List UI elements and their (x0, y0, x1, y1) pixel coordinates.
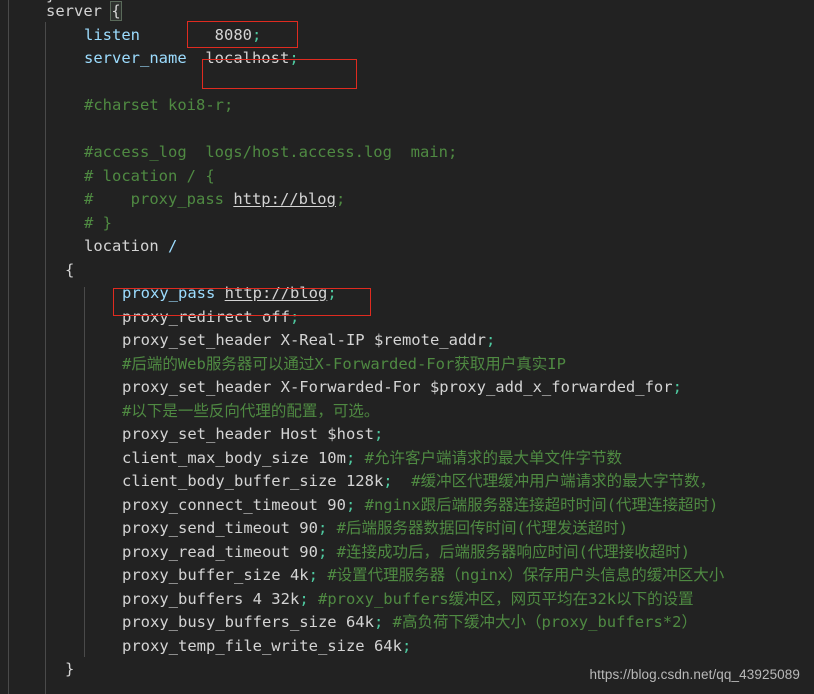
code-line[interactable]: proxy_send_timeout 90; #后端服务器数据回传时间(代理发送… (0, 517, 814, 541)
code-token: 8080 (140, 25, 252, 44)
code-token: #access_log logs/host.access.log main; (84, 143, 458, 161)
code-token: http://blog (224, 284, 328, 302)
code-token: ; (289, 49, 299, 67)
code-token: # proxy_pass (84, 190, 234, 208)
code-line[interactable]: #access_log logs/host.access.log main; (0, 141, 814, 165)
code-token: #连接成功后，后端服务器响应时间(代理接收超时) (336, 542, 691, 561)
code-token: #nginx跟后端服务器连接超时时间(代理连接超时) (364, 495, 719, 514)
code-token: ; (485, 331, 496, 349)
code-token: #高负荷下缓冲大小（proxy_buffers*2） (392, 613, 697, 631)
code-token: #后端的Web服务器可以通过X-Forwarded-For获取用户真实IP (122, 354, 566, 373)
code-line[interactable]: { (0, 259, 814, 283)
code-token: server (46, 2, 112, 20)
watermark-url: https://blog.csdn.net/qq_43925089 (589, 666, 800, 682)
code-token: ; (317, 519, 337, 537)
code-token: proxy_set_header Host $host (122, 425, 374, 443)
code-token: proxy_read_timeout 90 (122, 542, 318, 561)
code-token: listen (84, 25, 140, 44)
code-token: / (168, 237, 178, 255)
code-editor-screenshot: } server {listen 8080;server_name localh… (0, 0, 814, 694)
code-token: proxy_send_timeout 90 (122, 519, 318, 537)
code-token: ; (317, 542, 337, 561)
code-token: proxy_connect_timeout 90 (122, 495, 346, 514)
code-token: ; (672, 378, 682, 396)
code-token: ; (373, 613, 393, 631)
nginx-config-code[interactable]: server {listen 8080; server_name localhos… (0, 0, 814, 682)
code-token: ; (335, 190, 346, 208)
code-token: ; (327, 284, 337, 302)
code-token: client_max_body_size 10m (122, 448, 346, 467)
code-token: ; (345, 495, 365, 514)
code-token: proxy_pass (122, 284, 225, 302)
code-line[interactable]: proxy_set_header X-Real-IP $remote_addr; (0, 329, 814, 353)
code-token: #以下是一些反向代理的配置，可选。 (122, 401, 380, 420)
code-token: proxy_busy_buffers_size 64k (122, 613, 374, 631)
code-token: #允许客户端请求的最大单文件字节数 (364, 448, 622, 467)
code-token: #缓冲区代理缓冲用户端请求的最大字节数， (411, 472, 716, 490)
code-line[interactable]: server_name localhost; (0, 47, 814, 71)
code-token: location (84, 237, 168, 255)
code-token: # location / { (84, 166, 215, 185)
code-token: proxy_buffer_size 4k (122, 566, 309, 584)
code-token: proxy_set_header X-Forwarded-For $proxy_… (122, 378, 673, 396)
code-token: ; (308, 566, 328, 584)
code-line[interactable]: # location / { (0, 165, 814, 189)
code-line[interactable]: #以下是一些反向代理的配置，可选。 (0, 400, 814, 424)
code-token: ; (401, 636, 412, 655)
code-line[interactable]: location / (0, 235, 814, 259)
code-line[interactable]: proxy_read_timeout 90; #连接成功后，后端服务器响应时间(… (0, 541, 814, 565)
code-line[interactable]: client_max_body_size 10m; #允许客户端请求的最大单文件… (0, 447, 814, 471)
code-token: #proxy_buffers缓冲区，网页平均在32k以下的设置 (317, 589, 694, 608)
code-token: # } (84, 213, 112, 232)
code-token: http://blog (233, 190, 336, 208)
code-token: proxy_buffers 4 32k (122, 589, 300, 608)
code-line[interactable]: client_body_buffer_size 128k; #缓冲区代理缓冲用户… (0, 470, 814, 494)
code-token: ; (251, 25, 262, 44)
code-token: proxy_redirect off (122, 307, 290, 326)
code-line[interactable]: proxy_set_header X-Forwarded-For $proxy_… (0, 376, 814, 400)
code-token: proxy_set_header X-Real-IP $remote_addr (122, 331, 486, 349)
code-line[interactable]: listen 8080; (0, 24, 814, 48)
code-token: client_body_buffer_size 128k (122, 472, 384, 490)
code-line[interactable]: server { (0, 0, 814, 24)
code-line[interactable]: proxy_busy_buffers_size 64k; #高负荷下缓冲大小（p… (0, 611, 814, 635)
code-token: #charset koi8-r; (84, 96, 234, 114)
code-token: ; (345, 448, 365, 467)
code-line[interactable] (0, 71, 814, 95)
code-token: ; (289, 307, 300, 326)
code-line[interactable] (0, 118, 814, 142)
code-line[interactable]: proxy_buffer_size 4k; #设置代理服务器（nginx）保存用… (0, 564, 814, 588)
code-line[interactable]: proxy_connect_timeout 90; #nginx跟后端服务器连接… (0, 494, 814, 518)
code-token: #后端服务器数据回传时间(代理发送超时) (336, 519, 629, 537)
code-token: #设置代理服务器（nginx）保存用户头信息的缓冲区大小 (327, 566, 725, 584)
code-line[interactable]: #charset koi8-r; (0, 94, 814, 118)
code-line[interactable]: proxy_buffers 4 32k; #proxy_buffers缓冲区，网… (0, 588, 814, 612)
code-token: localhost (186, 49, 290, 67)
code-token: { (110, 1, 122, 21)
code-token: ; (373, 425, 384, 443)
code-token: proxy_temp_file_write_size 64k (122, 636, 402, 655)
code-line[interactable]: # } (0, 212, 814, 236)
code-token: server_name (84, 49, 187, 67)
code-line[interactable]: proxy_redirect off; (0, 306, 814, 330)
code-token: ; (299, 589, 318, 608)
code-line[interactable]: proxy_temp_file_write_size 64k; (0, 635, 814, 659)
code-line[interactable]: #后端的Web服务器可以通过X-Forwarded-For获取用户真实IP (0, 353, 814, 377)
code-line[interactable]: proxy_pass http://blog; (0, 282, 814, 306)
code-line[interactable]: # proxy_pass http://blog; (0, 188, 814, 212)
code-token: } (65, 660, 75, 678)
code-token: ; (383, 472, 412, 490)
code-token: { (65, 260, 75, 279)
code-line[interactable]: proxy_set_header Host $host; (0, 423, 814, 447)
